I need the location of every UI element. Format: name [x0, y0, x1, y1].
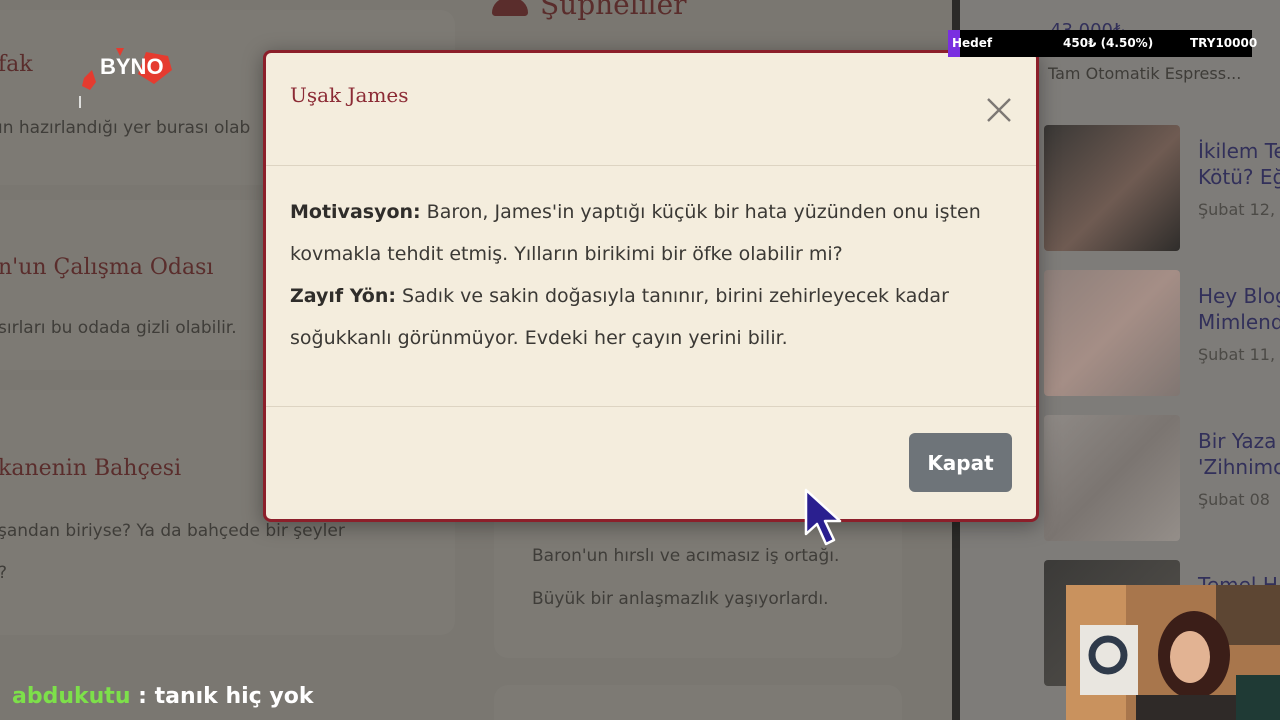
product-title[interactable]: Tam Otomatik Espress... — [1048, 64, 1241, 83]
post-date: Şubat 12, — [1198, 200, 1276, 219]
close-button[interactable]: Kapat — [909, 433, 1012, 492]
post-thumbnail[interactable] — [1044, 125, 1180, 251]
location-card-text: ? — [0, 563, 7, 583]
chat-message: abdukutu : tanık hiç yok — [12, 684, 313, 709]
weakness-paragraph: Zayıf Yön: Sadık ve sakin doğasıyla tanı… — [290, 275, 1008, 359]
goal-target: TRY10000 — [1190, 36, 1258, 50]
mouse-cursor-icon — [802, 486, 846, 548]
chat-username: abdukutu — [12, 684, 131, 709]
suspect-modal: Uşak James Motivasyon: Baron, James'in y… — [263, 50, 1039, 522]
motivation-paragraph: Motivasyon: Baron, James'in yaptığı küçü… — [290, 191, 1008, 275]
logo-text: BYNO — [100, 54, 164, 79]
close-icon[interactable] — [984, 95, 1014, 125]
suspect-card-line: Baron'un hırslı ve acımasız iş ortağı. — [532, 546, 840, 566]
chat-separator: : — [130, 684, 155, 709]
weakness-label: Zayıf Yön: — [290, 285, 396, 307]
suspect-card-line: Büyük bir anlaşmazlık yaşıyorlardı. — [532, 589, 829, 609]
modal-footer: Kapat — [266, 406, 1036, 519]
post-thumbnail[interactable] — [1044, 270, 1180, 396]
modal-body: Motivasyon: Baron, James'in yaptığı küçü… — [290, 191, 1008, 359]
suspect-card[interactable] — [494, 685, 902, 720]
donation-goal-bar: Hedef 450₺ (4.50%) TRY10000 — [948, 30, 1257, 57]
post-title[interactable]: Bir Yaza 'Zihnimc — [1198, 428, 1280, 480]
post-title[interactable]: İkilem Te Kötü? Eğ — [1198, 138, 1280, 190]
location-card-text: şandan biriyse? Ya da bahçede bir şeyler — [0, 521, 345, 541]
goal-progress: 450₺ (4.50%) — [1063, 36, 1154, 50]
section-title: Şüpheliler — [492, 0, 687, 21]
villain-hat-icon — [492, 0, 528, 16]
location-card-text: ın hazırlandığı yer burası olab — [0, 118, 251, 138]
post-thumbnail[interactable] — [1044, 415, 1180, 541]
post-date: Şubat 11, — [1198, 345, 1276, 364]
location-card-title: kanenin Bahçesi — [0, 456, 182, 481]
modal-title: Uşak James — [290, 83, 409, 107]
modal-header: Uşak James — [266, 53, 1036, 166]
byno-logo: BYNO — [76, 44, 176, 114]
location-card-text: sırları bu odada gizli olabilir. — [0, 318, 237, 338]
post-date: Şubat 08 — [1198, 490, 1270, 509]
goal-label: Hedef — [952, 36, 993, 50]
post-title[interactable]: Hey Blog Mimlend — [1198, 283, 1280, 335]
chat-text: tanık hiç yok — [154, 684, 314, 709]
location-card-title: n'un Çalışma Odası — [0, 255, 214, 280]
location-card-title: fak — [0, 52, 33, 77]
webcam-overlay — [1066, 585, 1280, 720]
motivation-label: Motivasyon: — [290, 201, 421, 223]
